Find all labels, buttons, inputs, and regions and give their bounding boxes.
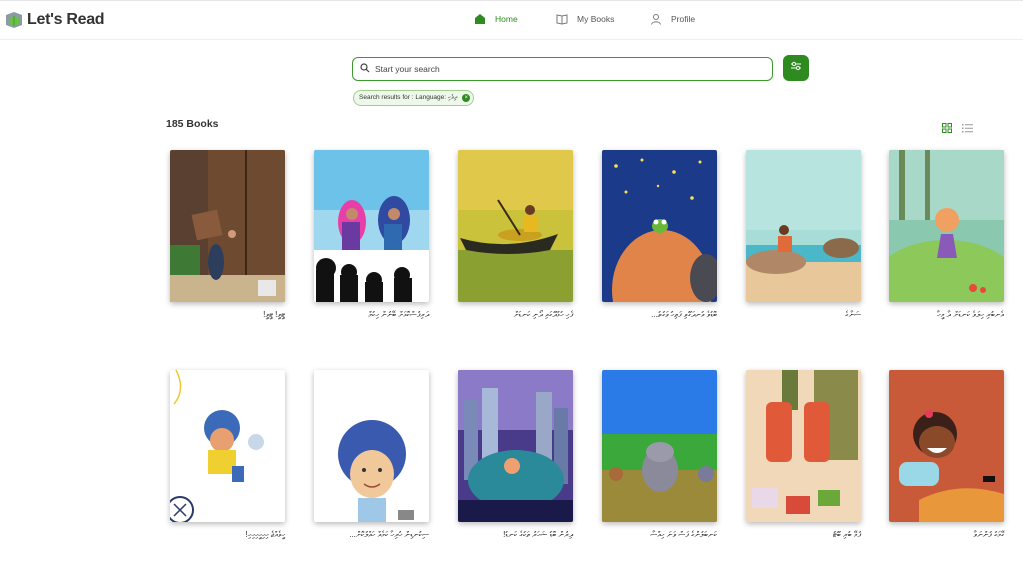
book-card[interactable]: ޓީވީ! ޓީވީ! [170,150,285,319]
book-cover[interactable] [746,370,861,522]
book-title[interactable]: އެނބުރި ހިލަވެ ކަނޑަށް ދާ މީހާ [937,310,1004,320]
book-card[interactable]: ދަރިފުސްކޮޅަށް ބޭނުން ހިކުމް [314,150,429,319]
language-filter-chip: Search results for : Language: ދިވެހި × [353,90,475,106]
book-card[interactable]: ބޮޑުވެ އުނދަގޫވި ފަތިހު ވަގުތު... [602,150,717,319]
filter-button[interactable] [783,55,809,81]
book-card[interactable]: ހީވެއްޖެ ހިހިހީހިހިހި! [170,370,285,539]
nav-home-label: Home [495,14,518,24]
home-icon [474,13,486,25]
book-count: 185 Books [166,118,219,130]
book-title[interactable]: ދަރިފުސްކޮޅަށް ބޭނުން ހިކުމް [368,310,429,320]
book-cover[interactable] [746,150,861,302]
book-cover[interactable] [602,370,717,522]
list-view-icon[interactable] [962,120,973,133]
book-title[interactable]: ޓީވީ! ޓީވީ! [263,310,285,320]
book-title[interactable]: ފުމޭ ބުރި ބޫޓު [833,530,861,540]
book-card[interactable]: ކަނބަލުންގެ ފަސް ވަނަ ހިއްސާ [602,370,717,539]
app-name: Let's Read [27,11,105,28]
filter-chip-label: Search results for : Language: ދިވެހި [359,94,458,101]
close-icon[interactable]: × [462,94,471,102]
search-input[interactable] [375,64,755,74]
book-card[interactable]: އެނބުރި ހިލަވެ ކަނޑަށް ދާ މީހާ [889,150,1004,319]
book-title[interactable]: ފެހި ހުޅުދޫގައި ދޯނި ކަނޑަށް [514,310,573,320]
book-title[interactable]: ކަނބަލުންގެ ފަސް ވަނަ ހިއްސާ [650,530,717,540]
book-bag-icon [4,10,24,30]
top-navigation-bar: Let's Read Home My Books Profile [0,0,1023,40]
book-card[interactable]: ސިކުނޑިން ހުރިހާ ކަމެއް ހައްލުކޮށް... [314,370,429,539]
nav-home[interactable]: Home [474,13,518,25]
user-icon [650,13,662,25]
book-title[interactable]: ހީވެއްޖެ ހިހިހީހިހިހި! [245,530,285,540]
open-book-icon [556,13,568,25]
book-card[interactable]: ފެހި ހުޅުދޫގައި ދޯނި ކަނޑަށް [458,150,573,319]
search-icon [360,60,370,78]
book-cover[interactable] [889,370,1004,522]
book-cover[interactable] [314,370,429,522]
sliders-icon [790,59,802,77]
nav-profile-label: Profile [671,14,696,24]
nav-profile[interactable]: Profile [650,13,695,25]
book-cover[interactable] [458,150,573,302]
book-card[interactable]: ދިރުން ބޮޑު ޝަހަރު ތަކުގެ ކަނޑު! [458,370,573,539]
book-title[interactable]: ސަނާގެ [845,310,861,320]
book-cover[interactable] [170,370,285,522]
book-title[interactable]: ދިރުން ބޮޑު ޝަހަރު ތަކުގެ ކަނޑު! [503,530,573,540]
book-cover[interactable] [458,370,573,522]
book-cover[interactable] [314,150,429,302]
nav-my-books[interactable]: My Books [556,13,614,25]
search-bar [352,57,773,81]
grid-view-icon[interactable] [942,120,952,133]
app-logo[interactable]: Let's Read [4,10,105,30]
book-cover[interactable] [889,150,1004,302]
book-title[interactable]: ބޮޑުވެ އުނދަގޫވި ފަތިހު ވަގުތު... [651,310,717,320]
book-title[interactable]: ގޭމަގު ފުންނަވާ [973,530,1004,540]
book-card[interactable]: ގޭމަގު ފުންނަވާ [889,370,1004,539]
nav-my-books-label: My Books [577,14,615,24]
book-card[interactable]: ސަނާގެ [746,150,861,319]
book-cover[interactable] [602,150,717,302]
book-cover[interactable] [170,150,285,302]
book-card[interactable]: ފުމޭ ބުރި ބޫޓު [746,370,861,539]
book-title[interactable]: ސިކުނޑިން ހުރިހާ ކަމެއް ހައްލުކޮށް... [349,530,429,540]
